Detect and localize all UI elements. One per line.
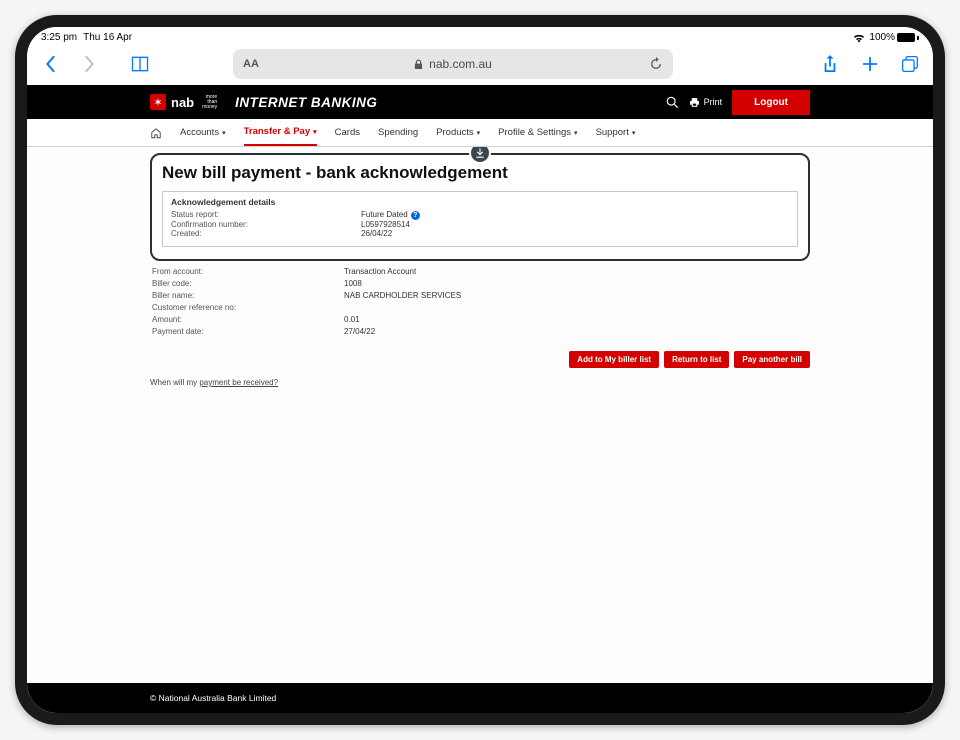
new-tab-icon[interactable] bbox=[859, 53, 881, 75]
action-buttons: Add to My biller list Return to list Pay… bbox=[150, 351, 810, 368]
info-icon[interactable]: ? bbox=[411, 211, 420, 220]
detail-label: Payment date: bbox=[152, 327, 344, 336]
home-icon[interactable] bbox=[150, 119, 162, 146]
acknowledgement-card: New bill payment - bank acknowledgement … bbox=[150, 153, 810, 261]
detail-label: Biller code: bbox=[152, 279, 344, 288]
brand-text: nab bbox=[171, 95, 194, 110]
text-size-button[interactable]: AA bbox=[243, 58, 259, 70]
screen: 3:25 pm Thu 16 Apr 100% bbox=[27, 27, 933, 713]
nav-item-cards[interactable]: Cards bbox=[335, 119, 360, 146]
battery-percent: 100% bbox=[869, 32, 895, 43]
app-header: ✶ nab morethanmoney INTERNET BANKING Pri… bbox=[27, 85, 933, 119]
detail-label: Biller name: bbox=[152, 291, 344, 300]
ack-row: Status report:Future Dated? bbox=[171, 210, 789, 220]
nab-logo[interactable]: ✶ nab morethanmoney bbox=[150, 94, 217, 110]
detail-row: Customer reference no: bbox=[152, 301, 808, 313]
brand-tagline: morethanmoney bbox=[202, 95, 217, 110]
nav-label: Support bbox=[596, 127, 629, 138]
detail-value: 0.01 bbox=[344, 315, 360, 324]
acknowledgement-details: Acknowledgement details Status report:Fu… bbox=[162, 191, 798, 247]
status-date: Thu 16 Apr bbox=[83, 32, 132, 43]
url-bar[interactable]: AA nab.com.au bbox=[233, 49, 673, 79]
nav-label: Spending bbox=[378, 127, 418, 138]
pay-another-bill-button[interactable]: Pay another bill bbox=[734, 351, 810, 368]
ipad-frame: 3:25 pm Thu 16 Apr 100% bbox=[15, 15, 945, 725]
print-label: Print bbox=[704, 97, 723, 107]
print-icon bbox=[689, 97, 700, 108]
nav-item-profile-settings[interactable]: Profile & Settings▾ bbox=[498, 119, 577, 146]
main-nav: Accounts▾Transfer & Pay▾CardsSpendingPro… bbox=[27, 119, 933, 147]
ack-section-title: Acknowledgement details bbox=[171, 197, 789, 207]
page-content: New bill payment - bank acknowledgement … bbox=[27, 147, 933, 683]
safari-toolbar: AA nab.com.au bbox=[27, 45, 933, 85]
ack-label: Created: bbox=[171, 229, 361, 238]
nav-label: Accounts bbox=[180, 127, 219, 138]
ack-label: Confirmation number: bbox=[171, 220, 361, 229]
page-title: New bill payment - bank acknowledgement bbox=[162, 163, 798, 183]
chevron-down-icon: ▾ bbox=[632, 129, 636, 137]
ack-row: Confirmation number:L0597928514 bbox=[171, 220, 789, 229]
detail-row: From account:Transaction Account bbox=[152, 265, 808, 277]
nav-item-transfer-pay[interactable]: Transfer & Pay▾ bbox=[244, 119, 317, 146]
nav-item-spending[interactable]: Spending bbox=[378, 119, 418, 146]
detail-value: NAB CARDHOLDER SERVICES bbox=[344, 291, 461, 300]
wifi-icon bbox=[853, 33, 865, 43]
helper-prefix: When will my bbox=[150, 378, 199, 387]
detail-value: 1008 bbox=[344, 279, 362, 288]
ack-value: 26/04/22 bbox=[361, 229, 392, 238]
tabs-icon[interactable] bbox=[899, 53, 921, 75]
product-title: INTERNET BANKING bbox=[235, 95, 377, 110]
payment-details: From account:Transaction AccountBiller c… bbox=[150, 261, 810, 337]
share-icon[interactable] bbox=[819, 53, 841, 75]
nav-item-support[interactable]: Support▾ bbox=[596, 119, 636, 146]
ack-label: Status report: bbox=[171, 210, 361, 220]
chevron-down-icon: ▾ bbox=[574, 129, 578, 137]
nav-item-accounts[interactable]: Accounts▾ bbox=[180, 119, 226, 146]
detail-row: Biller code:1008 bbox=[152, 277, 808, 289]
battery-indicator: 100% bbox=[869, 32, 919, 43]
chevron-down-icon: ▾ bbox=[313, 128, 317, 136]
detail-label: Amount: bbox=[152, 315, 344, 324]
chevron-down-icon: ▾ bbox=[477, 129, 481, 137]
bookmarks-icon[interactable] bbox=[129, 53, 151, 75]
lock-icon bbox=[414, 59, 423, 70]
nav-label: Cards bbox=[335, 127, 360, 138]
nav-label: Products bbox=[436, 127, 474, 138]
nav-label: Profile & Settings bbox=[498, 127, 571, 138]
search-icon[interactable] bbox=[666, 96, 679, 109]
helper-text: When will my payment be received? bbox=[150, 378, 810, 387]
ios-status-bar: 3:25 pm Thu 16 Apr 100% bbox=[27, 27, 933, 45]
payment-received-link[interactable]: payment be received? bbox=[199, 378, 278, 387]
forward-button[interactable] bbox=[79, 53, 101, 75]
nab-star-icon: ✶ bbox=[150, 94, 166, 110]
print-button[interactable]: Print bbox=[689, 97, 723, 108]
reload-icon[interactable] bbox=[649, 57, 663, 71]
return-to-list-button[interactable]: Return to list bbox=[664, 351, 729, 368]
copyright-text: © National Australia Bank Limited bbox=[150, 693, 276, 703]
detail-value: 27/04/22 bbox=[344, 327, 375, 336]
nav-label: Transfer & Pay bbox=[244, 126, 311, 137]
detail-label: Customer reference no: bbox=[152, 303, 344, 312]
status-time: 3:25 pm bbox=[41, 32, 77, 43]
ack-row: Created:26/04/22 bbox=[171, 229, 789, 238]
detail-value: Transaction Account bbox=[344, 267, 416, 276]
ack-value: Future Dated? bbox=[361, 210, 420, 220]
detail-row: Biller name:NAB CARDHOLDER SERVICES bbox=[152, 289, 808, 301]
download-badge-icon[interactable] bbox=[469, 147, 491, 164]
ack-value: L0597928514 bbox=[361, 220, 410, 229]
nav-item-products[interactable]: Products▾ bbox=[436, 119, 480, 146]
url-host: nab.com.au bbox=[429, 57, 492, 71]
detail-row: Payment date:27/04/22 bbox=[152, 325, 808, 337]
logout-button[interactable]: Logout bbox=[732, 90, 810, 115]
chevron-down-icon: ▾ bbox=[222, 129, 226, 137]
back-button[interactable] bbox=[39, 53, 61, 75]
detail-row: Amount:0.01 bbox=[152, 313, 808, 325]
app-footer: © National Australia Bank Limited bbox=[27, 683, 933, 713]
detail-label: From account: bbox=[152, 267, 344, 276]
add-to-biller-list-button[interactable]: Add to My biller list bbox=[569, 351, 659, 368]
